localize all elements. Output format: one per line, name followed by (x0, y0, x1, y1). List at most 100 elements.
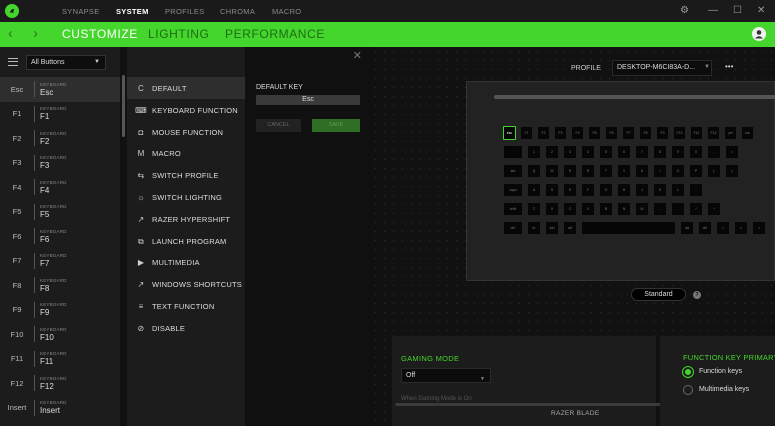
keyboard-key[interactable]: U (635, 164, 649, 178)
cancel-button[interactable]: CANCEL (256, 119, 301, 132)
function-item-multimedia[interactable]: ▶ MULTIMEDIA (135, 258, 200, 267)
keyboard-key[interactable]: L (671, 183, 685, 197)
keyboard-key[interactable]: 4 (581, 145, 595, 159)
user-avatar-icon[interactable] (752, 27, 766, 41)
tab-lighting[interactable]: LIGHTING (148, 27, 209, 41)
keyboard-key[interactable]: fn (527, 221, 541, 235)
keyboard-key[interactable]: N (617, 202, 631, 216)
keyboard-key[interactable]: F7 (622, 126, 635, 140)
keyboard-key[interactable]: > (752, 221, 766, 235)
keyboard-key[interactable]: F4 (571, 126, 584, 140)
keyboard-key[interactable]: 0 (689, 145, 703, 159)
keyboard-key[interactable]: C (563, 202, 577, 216)
forward-arrow-icon[interactable]: › (33, 25, 38, 42)
keyboard-key[interactable]: H (617, 183, 631, 197)
close-icon[interactable]: ✕ (757, 5, 765, 16)
keyboard-key[interactable]: A (527, 183, 541, 197)
close-panel-icon[interactable]: ✕ (353, 49, 362, 62)
keyboard-key[interactable]: X (545, 202, 559, 216)
tab-profiles[interactable]: PROFILES (165, 7, 205, 16)
function-item-launch-program[interactable]: ⧉ LAUNCH PROGRAM (135, 237, 226, 247)
keyboard-key[interactable]: - (707, 145, 721, 159)
keyboard-key[interactable]: ^ (707, 202, 721, 216)
keyboard-key[interactable]: K (653, 183, 667, 197)
info-icon[interactable]: ? (693, 291, 701, 299)
keyboard-key[interactable]: 8 (653, 145, 667, 159)
keyboard-key[interactable]: Q (527, 164, 541, 178)
horizontal-scrollbar[interactable] (395, 403, 675, 406)
settings-gear-icon[interactable]: ⚙ (680, 5, 689, 16)
menu-icon[interactable] (8, 58, 18, 66)
keyboard-key[interactable]: alt (680, 221, 694, 235)
keyboard-key[interactable]: F2 (537, 126, 550, 140)
keyboard-key[interactable]: [ (707, 164, 721, 178)
keyboard-key[interactable]: 1 (527, 145, 541, 159)
keyboard-key[interactable]: I (653, 164, 667, 178)
keyboard-key[interactable]: ] (725, 164, 739, 178)
keyboard-key[interactable]: prt (724, 126, 737, 140)
function-keys-radio[interactable] (683, 367, 693, 377)
function-item-default[interactable]: C DEFAULT (127, 77, 245, 99)
multimedia-keys-radio[interactable] (683, 385, 693, 395)
keyboard-key[interactable]: ctrl (698, 221, 712, 235)
key-list-item[interactable]: F11 KEYBOARD F11 (0, 347, 120, 372)
key-list-item[interactable]: F10 KEYBOARD F10 (0, 322, 120, 347)
keyboard-key[interactable]: S (545, 183, 559, 197)
keyboard-key[interactable]: B (599, 202, 613, 216)
keyboard-key[interactable]: F12 (707, 126, 720, 140)
keyboard-key[interactable]: F1 (520, 126, 533, 140)
keyboard-key[interactable]: F5 (588, 126, 601, 140)
keyboard-key[interactable] (581, 221, 676, 235)
keyboard-key[interactable]: F (581, 183, 595, 197)
keyboard-key[interactable]: v (734, 221, 748, 235)
keyboard-key[interactable]: 5 (599, 145, 613, 159)
keyboard-key[interactable]: 3 (563, 145, 577, 159)
keyboard-key[interactable]: F10 (673, 126, 686, 140)
function-item-razer-hypershift[interactable]: ↗ RAZER HYPERSHIFT (135, 215, 230, 224)
keyboard-key[interactable]: 9 (671, 145, 685, 159)
keyboard-key[interactable]: T (599, 164, 613, 178)
keyboard-key[interactable]: D (563, 183, 577, 197)
back-arrow-icon[interactable]: ‹ (8, 25, 13, 42)
view-mode-button[interactable]: Standard (631, 288, 686, 301)
tab-customize[interactable]: CUSTOMIZE (62, 27, 138, 41)
key-list-item[interactable]: F1 KEYBOARD F1 (0, 102, 120, 127)
key-list-scrollbar[interactable] (122, 75, 125, 137)
save-button[interactable]: SAVE (312, 119, 360, 132)
keyboard-key[interactable]: W (545, 164, 559, 178)
keyboard-key[interactable]: 7 (635, 145, 649, 159)
function-item-switch-lighting[interactable]: ☼ SWITCH LIGHTING (135, 193, 222, 202)
tab-synapse[interactable]: SYNAPSE (62, 7, 100, 16)
profile-select[interactable]: DESKTOP-M6CI83A-D... (612, 60, 712, 76)
razer-logo-icon[interactable] (5, 4, 19, 18)
keyboard-key[interactable]: ctrl (503, 221, 523, 235)
keyboard-key[interactable]: ins (741, 126, 754, 140)
key-list-item[interactable]: Insert KEYBOARD Insert (0, 396, 120, 421)
keyboard-key[interactable]: win (545, 221, 559, 235)
keyboard-key[interactable]: ` (503, 145, 523, 159)
keyboard-key[interactable]: P (689, 164, 703, 178)
keyboard-key[interactable]: , (653, 202, 667, 216)
keyboard-key[interactable]: F11 (690, 126, 703, 140)
keyboard-key[interactable]: . (671, 202, 685, 216)
function-item-switch-profile[interactable]: ⇆ SWITCH PROFILE (135, 171, 219, 180)
more-options-icon[interactable]: ••• (725, 62, 733, 71)
minimize-icon[interactable]: — (708, 5, 718, 16)
keyboard-key[interactable]: M (635, 202, 649, 216)
keyboard-key[interactable]: ; (689, 183, 703, 197)
key-list-item[interactable]: F8 KEYBOARD F8 (0, 273, 120, 298)
key-list-item[interactable]: F7 KEYBOARD F7 (0, 249, 120, 274)
keyboard-key[interactable]: caps (503, 183, 523, 197)
key-list-item[interactable]: Esc KEYBOARD Esc (0, 77, 120, 102)
key-list-item[interactable]: F9 KEYBOARD F9 (0, 298, 120, 323)
keyboard-key[interactable]: G (599, 183, 613, 197)
key-list-item[interactable]: F2 KEYBOARD F2 (0, 126, 120, 151)
keyboard-key[interactable]: F8 (639, 126, 652, 140)
function-item-text-function[interactable]: ≡ TEXT FUNCTION (135, 302, 215, 311)
keyboard-key[interactable]: 6 (617, 145, 631, 159)
keyboard-key[interactable]: V (581, 202, 595, 216)
function-item-macro[interactable]: M MACRO (135, 149, 181, 158)
maximize-icon[interactable]: ☐ (733, 5, 742, 16)
keyboard-key[interactable]: Z (527, 202, 541, 216)
tab-chroma[interactable]: CHROMA (220, 7, 255, 16)
